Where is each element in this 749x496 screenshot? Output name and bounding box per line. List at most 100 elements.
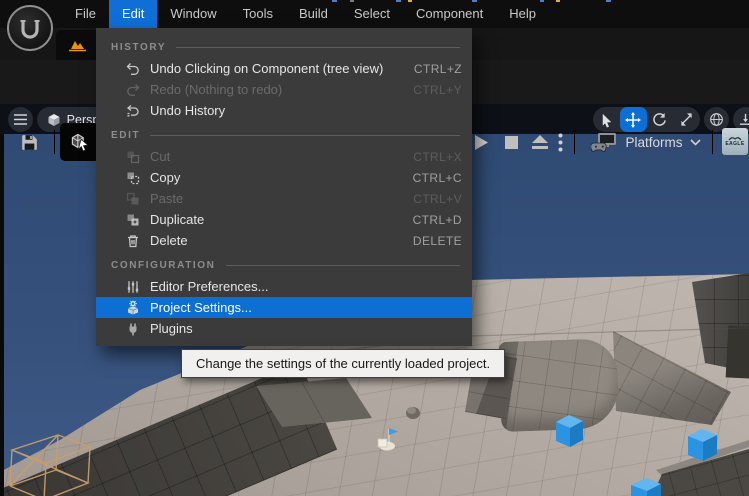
- cut-icon: [124, 149, 141, 165]
- menubar-item-file[interactable]: File: [62, 0, 109, 28]
- delete-icon: [124, 233, 141, 249]
- menu-item-label: Delete: [150, 233, 413, 248]
- edit-dropdown-menu: HISTORY Undo Clicking on Component (tree …: [96, 28, 472, 346]
- unreal-editor-window: FileEditWindowToolsBuildSelectComponentH…: [0, 0, 749, 496]
- menu-item-paste: PasteCTRL+V: [96, 188, 472, 209]
- snap-icon: [738, 112, 749, 127]
- platforms-label: Platforms: [625, 135, 682, 150]
- menu-section: EDITCutCTRL+XCopyCTRL+CPasteCTRL+VDuplic…: [96, 124, 472, 251]
- menu-item-plugins[interactable]: Plugins: [96, 318, 472, 339]
- stop-button[interactable]: [500, 125, 522, 159]
- menu-section-header: CONFIGURATION: [96, 254, 472, 276]
- undo-history-icon: [124, 103, 141, 119]
- menu-item-undo-clicking-on-component-tree-view[interactable]: Undo Clicking on Component (tree view)CT…: [96, 58, 472, 79]
- scene-slab-northeast: [726, 325, 749, 378]
- project-settings-icon: [124, 300, 141, 316]
- menu-item-editor-preferences[interactable]: Editor Preferences...: [96, 276, 472, 297]
- menubar-item-select[interactable]: Select: [341, 0, 403, 28]
- toolbar-divider: [574, 130, 575, 154]
- top-edge-speck: [350, 0, 354, 2]
- menu-section-header: HISTORY: [96, 36, 472, 58]
- undo-icon: [124, 61, 141, 77]
- toolbar-divider: [54, 130, 55, 154]
- play-icon: [475, 135, 488, 150]
- level-tab-icon: [68, 37, 87, 53]
- select-mode-icon: [67, 129, 93, 155]
- menu-item-label: Plugins: [150, 321, 462, 336]
- top-edge-speck: [540, 0, 544, 2]
- save-icon: [19, 132, 40, 153]
- menu-item-shortcut: CTRL+C: [413, 171, 462, 185]
- menubar-item-help[interactable]: Help: [496, 0, 549, 28]
- play-options-kebab-button[interactable]: [552, 125, 568, 159]
- menu-item-label: Project Settings...: [150, 300, 462, 315]
- menu-item-project-settings[interactable]: Project Settings...: [96, 297, 472, 318]
- menu-section: CONFIGURATION Editor Preferences... Projec…: [96, 254, 472, 339]
- menubar-item-edit[interactable]: Edit: [109, 0, 157, 28]
- top-edge-speck: [606, 0, 611, 2]
- menu-section-header-label: HISTORY: [111, 42, 166, 53]
- platforms-icon: [591, 132, 618, 153]
- menubar-item-component[interactable]: Component: [403, 0, 496, 28]
- editor-preferences-icon: [124, 279, 141, 295]
- menu-item-delete[interactable]: DeleteDELETE: [96, 230, 472, 251]
- menu-section-rule: [176, 47, 460, 48]
- paste-icon: [124, 191, 141, 207]
- viewport-edge: [0, 104, 4, 496]
- redo-icon: [124, 82, 141, 98]
- menu-section-header-label: EDIT: [111, 130, 140, 141]
- menu-section: HISTORY Undo Clicking on Component (tree …: [96, 36, 472, 121]
- menu-item-label: Editor Preferences...: [150, 279, 462, 294]
- project-thumbnail-badge[interactable]: EAGLE: [722, 128, 748, 155]
- menu-item-shortcut: CTRL+Y: [413, 83, 462, 97]
- save-button[interactable]: [12, 125, 46, 159]
- menu-section-rule: [150, 135, 460, 136]
- menu-section-rule: [226, 265, 461, 266]
- menu-item-label: Paste: [150, 191, 413, 206]
- menu-item-shortcut: CTRL+D: [413, 213, 462, 227]
- select-mode-button[interactable]: [60, 123, 100, 161]
- menubar-item-window[interactable]: Window: [157, 0, 229, 28]
- menubar-item-build[interactable]: Build: [286, 0, 341, 28]
- menubar: FileEditWindowToolsBuildSelectComponentH…: [0, 0, 749, 28]
- hamburger-icon: [14, 114, 27, 125]
- tooltip: Change the settings of the currently loa…: [181, 349, 505, 378]
- scene-rounded-block: [498, 338, 619, 432]
- menu-section-header: EDIT: [96, 124, 472, 146]
- menu-item-label: Copy: [150, 170, 413, 185]
- menu-item-copy[interactable]: CopyCTRL+C: [96, 167, 472, 188]
- toolbar-divider: [712, 130, 713, 154]
- chevron-down-icon: [690, 139, 701, 146]
- menu-item-shortcut: DELETE: [413, 234, 462, 248]
- menu-item-label: Undo Clicking on Component (tree view): [150, 61, 414, 76]
- eject-button[interactable]: [528, 125, 552, 159]
- menu-item-redo-nothing-to-redo: Redo (Nothing to redo)CTRL+Y: [96, 79, 472, 100]
- plugins-icon: [124, 321, 141, 337]
- menubar-item-tools[interactable]: Tools: [230, 0, 286, 28]
- menu-item-undo-history[interactable]: Undo History: [96, 100, 472, 121]
- menu-item-label: Redo (Nothing to redo): [150, 82, 413, 97]
- menu-item-duplicate[interactable]: DuplicateCTRL+D: [96, 209, 472, 230]
- top-edge-speck: [332, 0, 337, 2]
- perspective-cube-icon: [47, 113, 61, 127]
- menu-section-header-label: CONFIGURATION: [111, 260, 216, 271]
- unreal-logo-icon[interactable]: [7, 5, 53, 51]
- menu-item-cut: CutCTRL+X: [96, 146, 472, 167]
- stop-icon: [505, 136, 518, 149]
- top-edge-speck: [408, 0, 412, 2]
- top-edge-speck: [556, 0, 560, 2]
- play-button[interactable]: [470, 125, 492, 159]
- top-edge-speck: [472, 0, 477, 2]
- menu-item-label: Undo History: [150, 103, 462, 118]
- kebab-icon: [558, 133, 563, 152]
- platforms-dropdown-button[interactable]: Platforms: [580, 125, 712, 159]
- menu-item-shortcut: CTRL+X: [413, 150, 462, 164]
- menubar-list: FileEditWindowToolsBuildSelectComponentH…: [62, 0, 749, 28]
- tooltip-text: Change the settings of the currently loa…: [196, 356, 490, 371]
- menu-item-label: Duplicate: [150, 212, 413, 227]
- menu-item-shortcut: CTRL+V: [413, 192, 462, 206]
- duplicate-icon: [124, 212, 141, 228]
- menu-item-shortcut: CTRL+Z: [414, 62, 462, 76]
- top-edge-speck: [396, 0, 401, 2]
- project-badge-label: EAGLE: [725, 142, 744, 147]
